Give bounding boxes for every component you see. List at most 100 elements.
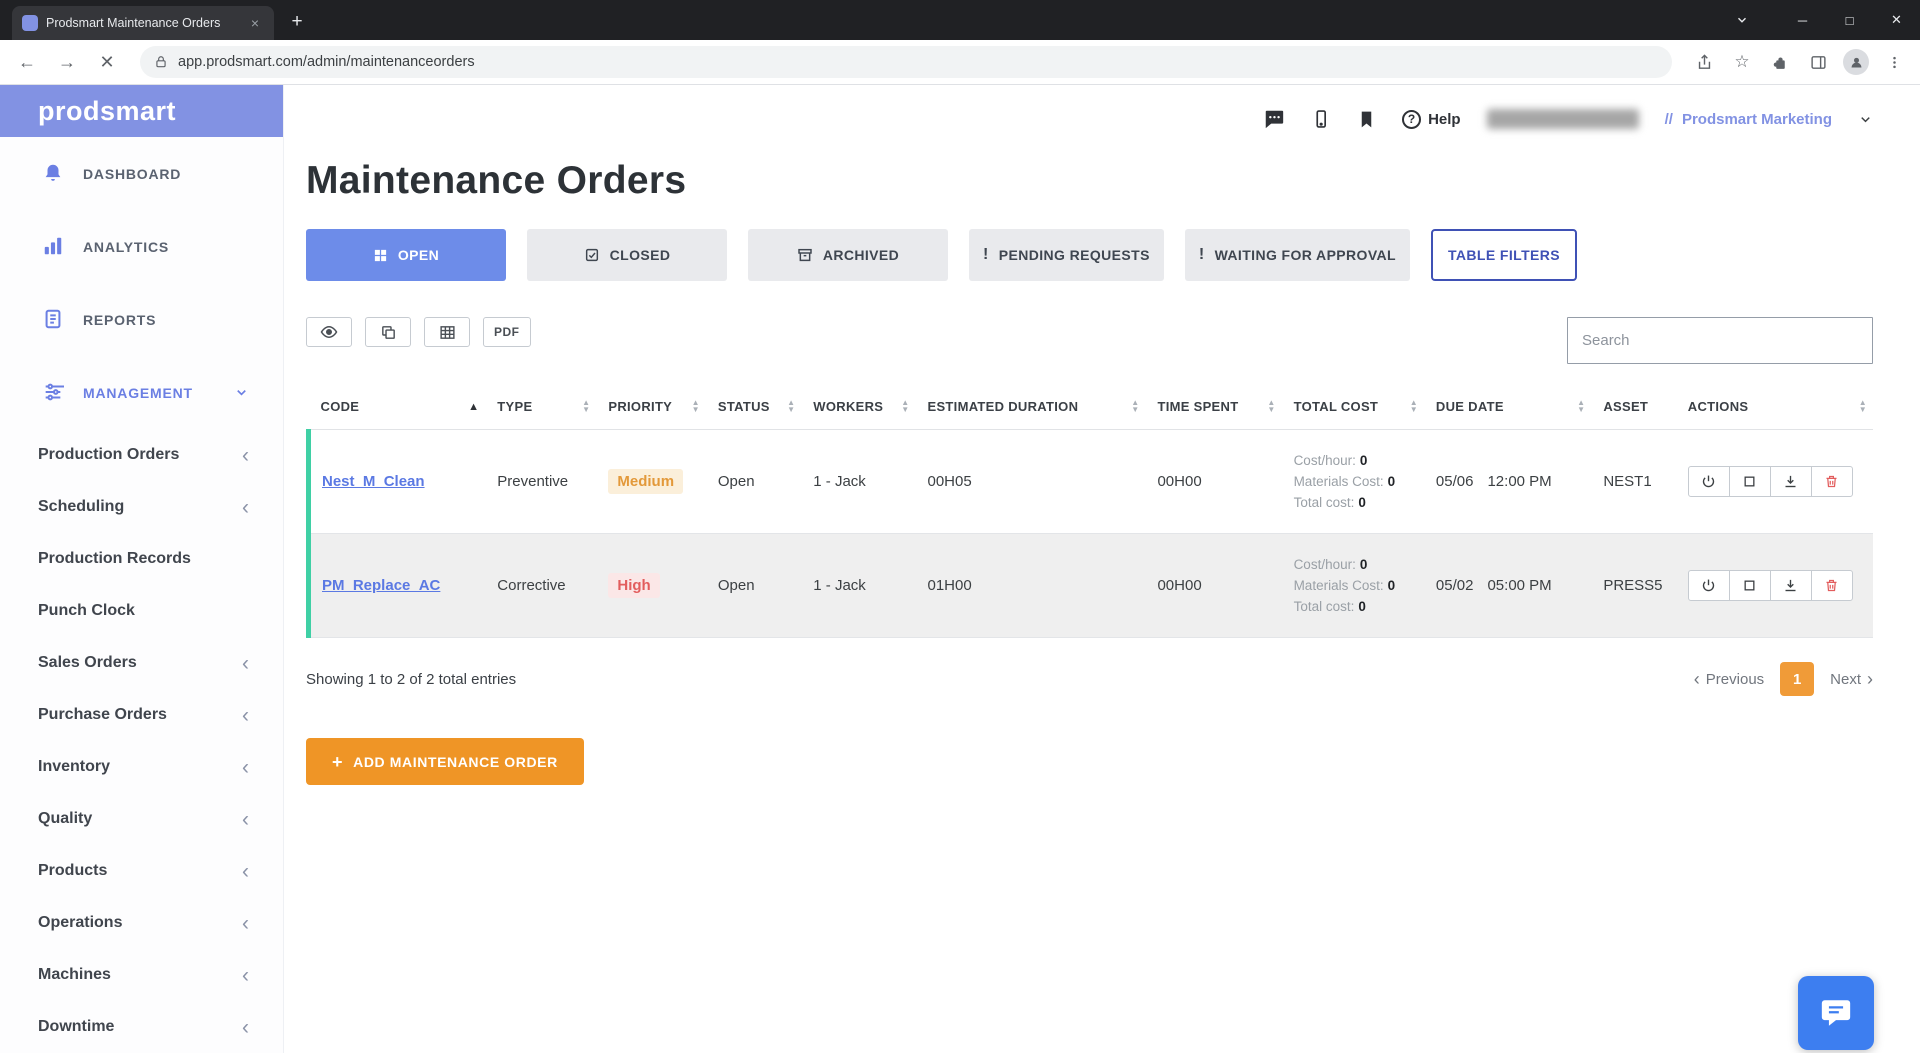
add-maintenance-order-button[interactable]: + ADD MAINTENANCE ORDER bbox=[306, 738, 584, 785]
site-security-icon[interactable] bbox=[154, 55, 168, 69]
window-minimize-button[interactable]: ─ bbox=[1779, 0, 1826, 40]
next-page-button[interactable]: Next › bbox=[1830, 670, 1873, 688]
power-icon bbox=[1701, 474, 1716, 489]
sidebar-item-production-records[interactable]: Production Records bbox=[0, 533, 283, 585]
bookmark-icon[interactable] bbox=[1357, 109, 1376, 130]
order-code-link[interactable]: PM_Replace_AC bbox=[322, 577, 440, 594]
forward-button[interactable]: → bbox=[50, 45, 84, 79]
report-document-icon bbox=[42, 308, 66, 332]
browser-menu-kebab-icon[interactable] bbox=[1878, 46, 1910, 78]
sort-carets-icon: ▲▼ bbox=[895, 400, 909, 413]
browser-tab[interactable]: Prodsmart Maintenance Orders × bbox=[12, 6, 274, 40]
sort-carets-icon: ▲▼ bbox=[1125, 400, 1139, 413]
tab-closed[interactable]: CLOSED bbox=[527, 229, 727, 281]
column-header-type[interactable]: TYPE▲▼ bbox=[485, 384, 596, 430]
tab-search-chevron-icon[interactable] bbox=[1735, 13, 1749, 27]
address-bar[interactable]: app.prodsmart.com/admin/maintenanceorder… bbox=[140, 46, 1672, 78]
column-header-time-spent[interactable]: TIME SPENT▲▼ bbox=[1145, 384, 1281, 430]
chat-widget-button[interactable] bbox=[1798, 976, 1874, 1050]
sidebar-item-products[interactable]: Products ‹ bbox=[0, 845, 283, 897]
tab-open[interactable]: OPEN bbox=[306, 229, 506, 281]
side-panel-icon[interactable] bbox=[1802, 46, 1834, 78]
sidebar-item-operations[interactable]: Operations ‹ bbox=[0, 897, 283, 949]
sidebar-item-scheduling[interactable]: Scheduling ‹ bbox=[0, 481, 283, 533]
power-icon bbox=[1701, 578, 1716, 593]
column-header-estimated-duration[interactable]: ESTIMATED DURATION▲▼ bbox=[915, 384, 1145, 430]
download-order-button[interactable] bbox=[1770, 466, 1812, 497]
sidebar-item-downtime[interactable]: Downtime ‹ bbox=[0, 1001, 283, 1053]
column-header-status[interactable]: STATUS▲▼ bbox=[706, 384, 801, 430]
cell-time-spent: 00H00 bbox=[1145, 534, 1281, 638]
cell-status: Open bbox=[706, 534, 801, 638]
copy-button[interactable] bbox=[365, 317, 411, 347]
previous-page-button[interactable]: ‹ Previous bbox=[1694, 670, 1764, 688]
sidebar-item-sales-orders[interactable]: Sales Orders ‹ bbox=[0, 637, 283, 689]
start-order-button[interactable] bbox=[1688, 570, 1730, 601]
cell-estimated-duration: 00H05 bbox=[915, 430, 1145, 534]
window-maximize-button[interactable]: □ bbox=[1826, 0, 1873, 40]
chevron-left-icon: ‹ bbox=[242, 1017, 249, 1038]
sort-carets-icon: ▲▼ bbox=[781, 400, 795, 413]
sidebar-item-management[interactable]: MANAGEMENT bbox=[0, 356, 283, 429]
share-icon[interactable] bbox=[1688, 46, 1720, 78]
download-order-button[interactable] bbox=[1770, 570, 1812, 601]
sidebar-item-label: MANAGEMENT bbox=[83, 385, 193, 401]
start-order-button[interactable] bbox=[1688, 466, 1730, 497]
chevron-left-icon: ‹ bbox=[242, 913, 249, 934]
chat-bubble-icon[interactable] bbox=[1263, 108, 1285, 130]
search-input[interactable] bbox=[1567, 317, 1873, 364]
stop-order-button[interactable] bbox=[1729, 466, 1771, 497]
help-button[interactable]: ? Help bbox=[1402, 110, 1461, 129]
export-table-button[interactable] bbox=[424, 317, 470, 347]
sidebar-item-quality[interactable]: Quality ‹ bbox=[0, 793, 283, 845]
sidebar-item-analytics[interactable]: ANALYTICS bbox=[0, 210, 283, 283]
delete-order-button[interactable] bbox=[1811, 570, 1853, 601]
column-header-code[interactable]: CODE▲ bbox=[309, 384, 486, 430]
cell-due-date: 05/0612:00 PM bbox=[1424, 430, 1591, 534]
prodsmart-logo[interactable]: prodsmart bbox=[0, 85, 283, 137]
tab-waiting-for-approval[interactable]: ! WAITING FOR APPROVAL bbox=[1185, 229, 1410, 281]
sidebar-item-inventory[interactable]: Inventory ‹ bbox=[0, 741, 283, 793]
stop-loading-button[interactable]: ✕ bbox=[90, 45, 124, 79]
current-page-button[interactable]: 1 bbox=[1780, 662, 1814, 696]
download-icon bbox=[1783, 474, 1798, 489]
entries-summary: Showing 1 to 2 of 2 total entries bbox=[306, 671, 516, 688]
sidebar-item-machines[interactable]: Machines ‹ bbox=[0, 949, 283, 1001]
tab-pending-requests[interactable]: ! PENDING REQUESTS bbox=[969, 229, 1164, 281]
visibility-columns-button[interactable] bbox=[306, 317, 352, 347]
sidebar-item-dashboard[interactable]: DASHBOARD bbox=[0, 137, 283, 210]
column-header-due-date[interactable]: DUE DATE▲▼ bbox=[1424, 384, 1591, 430]
export-pdf-button[interactable]: PDF bbox=[483, 317, 531, 347]
column-header-total-cost[interactable]: TOTAL COST▲▼ bbox=[1282, 384, 1424, 430]
column-header-asset[interactable]: ASSET bbox=[1591, 384, 1675, 430]
sidebar-item-purchase-orders[interactable]: Purchase Orders ‹ bbox=[0, 689, 283, 741]
mobile-phone-icon[interactable] bbox=[1311, 108, 1331, 130]
sidebar-item-reports[interactable]: REPORTS bbox=[0, 283, 283, 356]
back-button[interactable]: ← bbox=[10, 45, 44, 79]
column-header-actions[interactable]: ACTIONS▲▼ bbox=[1676, 384, 1873, 430]
bar-chart-icon bbox=[42, 235, 66, 259]
tab-close-icon[interactable]: × bbox=[246, 14, 264, 32]
chevron-down-icon[interactable] bbox=[1858, 112, 1873, 127]
cell-type: Preventive bbox=[485, 430, 596, 534]
order-code-link[interactable]: Nest_M_Clean bbox=[322, 473, 425, 490]
organization-switcher[interactable]: // Prodsmart Marketing bbox=[1665, 111, 1832, 128]
profile-avatar[interactable] bbox=[1840, 46, 1872, 78]
column-header-workers[interactable]: WORKERS▲▼ bbox=[801, 384, 915, 430]
sidebar-item-punch-clock[interactable]: Punch Clock bbox=[0, 585, 283, 637]
bookmark-star-icon[interactable]: ☆ bbox=[1726, 46, 1758, 78]
window-close-button[interactable]: ✕ bbox=[1873, 0, 1920, 40]
sidebar-item-label: REPORTS bbox=[83, 312, 156, 328]
stop-order-button[interactable] bbox=[1729, 570, 1771, 601]
cell-code: Nest_M_Clean bbox=[309, 430, 486, 534]
delete-order-button[interactable] bbox=[1811, 466, 1853, 497]
extensions-puzzle-icon[interactable] bbox=[1764, 46, 1796, 78]
column-header-priority[interactable]: PRIORITY▲▼ bbox=[596, 384, 706, 430]
tab-archived[interactable]: ARCHIVED bbox=[748, 229, 948, 281]
cell-workers: 1 - Jack bbox=[801, 534, 915, 638]
cell-type: Corrective bbox=[485, 534, 596, 638]
cell-priority: High bbox=[596, 534, 706, 638]
sidebar-item-production-orders[interactable]: Production Orders ‹ bbox=[0, 429, 283, 481]
new-tab-button[interactable]: + bbox=[282, 7, 312, 37]
table-filters-button[interactable]: TABLE FILTERS bbox=[1431, 229, 1577, 281]
